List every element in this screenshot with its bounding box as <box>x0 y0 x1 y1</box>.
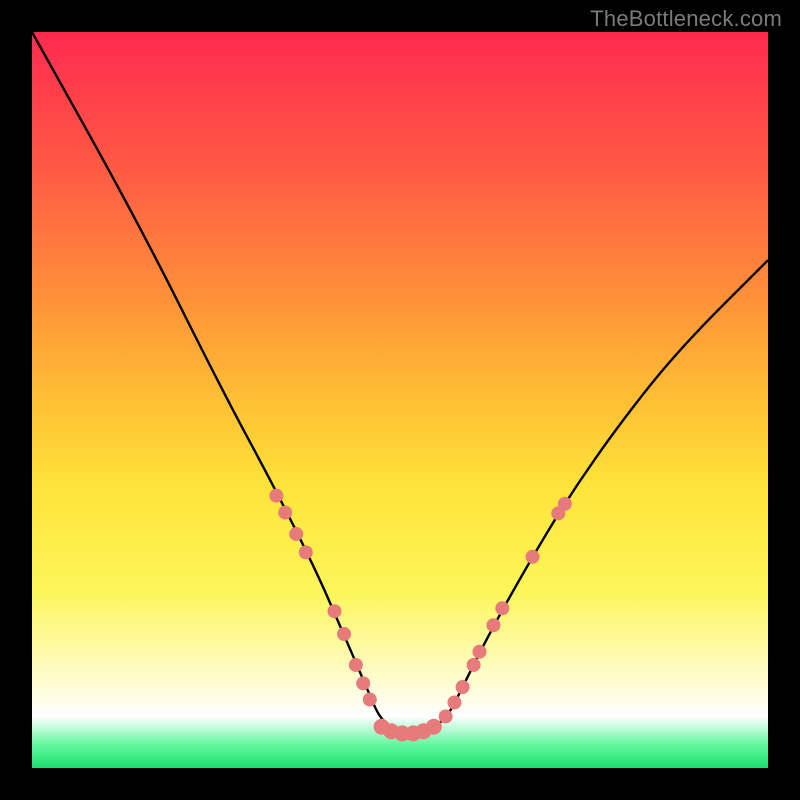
data-marker <box>328 604 342 618</box>
data-marker <box>447 696 461 710</box>
watermark-text: TheBottleneck.com <box>590 6 782 32</box>
data-marker <box>299 545 313 559</box>
data-marker <box>426 719 442 735</box>
data-marker <box>467 658 481 672</box>
curve-svg <box>32 32 768 768</box>
data-marker <box>525 550 539 564</box>
data-marker <box>439 709 453 723</box>
markers-bottom-flat <box>374 719 442 742</box>
chart-container: TheBottleneck.com <box>0 0 800 800</box>
bottleneck-curve <box>32 32 768 731</box>
data-marker <box>289 527 303 541</box>
data-marker <box>486 618 500 632</box>
data-marker <box>472 645 486 659</box>
data-marker <box>337 627 351 641</box>
data-marker <box>558 497 572 511</box>
data-marker <box>356 676 370 690</box>
data-marker <box>349 658 363 672</box>
data-marker <box>363 693 377 707</box>
data-marker <box>269 489 283 503</box>
data-marker <box>456 680 470 694</box>
markers-right-branch <box>439 497 572 724</box>
data-marker <box>278 506 292 520</box>
data-marker <box>495 601 509 615</box>
plot-area <box>32 32 768 768</box>
